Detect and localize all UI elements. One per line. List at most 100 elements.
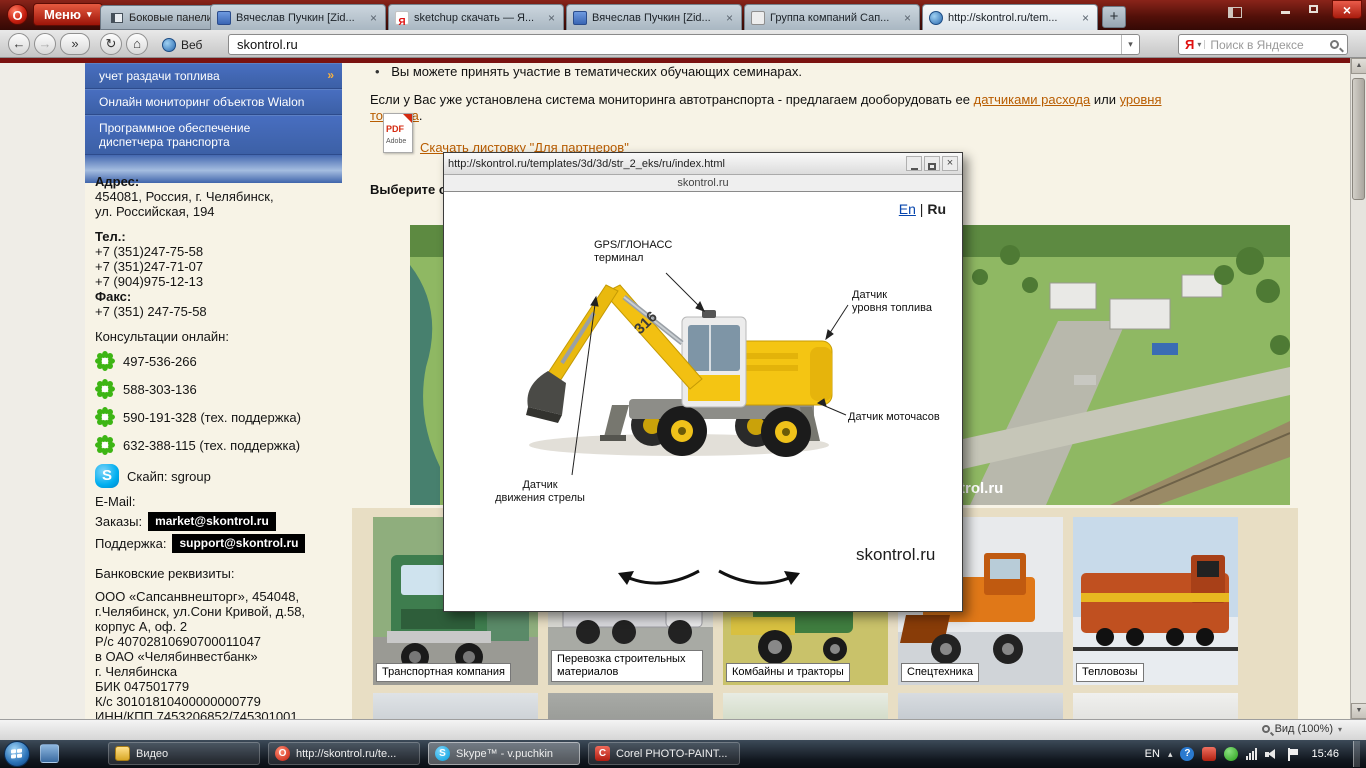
app-tray-icon-red[interactable]: [1202, 747, 1217, 761]
volume-icon[interactable]: [1265, 748, 1279, 760]
magnifier-icon[interactable]: [1330, 40, 1339, 49]
language-switcher: En | Ru: [899, 201, 946, 217]
search-input[interactable]: [1205, 37, 1330, 52]
popup-close-button[interactable]: ×: [942, 156, 958, 171]
maximize-button[interactable]: [1300, 0, 1326, 19]
address-input[interactable]: [229, 37, 1121, 52]
taskbar-button-corel[interactable]: C Corel PHOTO-PAINT...: [588, 742, 740, 765]
close-button[interactable]: ×: [1332, 0, 1362, 19]
clock[interactable]: 15:46: [1311, 748, 1339, 760]
sidebar-item-wialon-monitoring[interactable]: Онлайн мониторинг объектов Wialon: [85, 89, 342, 115]
language-indicator[interactable]: EN: [1145, 748, 1160, 760]
reload-button[interactable]: ↻: [100, 33, 122, 55]
app-tray-icon-green[interactable]: [1224, 747, 1239, 761]
network-icon[interactable]: [1246, 748, 1258, 760]
browser-tab-active[interactable]: http://skontrol.ru/tem... ×: [922, 4, 1098, 30]
chevron-down-icon: ▾: [1337, 724, 1342, 734]
tab-favicon-document-icon: [217, 10, 231, 25]
bank-line: в ОАО «Челябинвестбанк»: [95, 649, 258, 664]
card-locomotives[interactable]: Тепловозы: [1073, 517, 1238, 685]
start-button[interactable]: [4, 741, 30, 767]
browser-tab[interactable]: Вячеслав Пучкин [Zid... ×: [566, 4, 742, 30]
system-tray: EN ▴ ? 15:46: [1145, 740, 1360, 768]
quick-launch-icon[interactable]: [40, 744, 59, 763]
annotation-engine-hours-sensor: Датчик моточасов: [848, 411, 940, 423]
skype-line: Скайп: sgroup: [127, 468, 211, 484]
card-partial[interactable]: [898, 693, 1063, 719]
address-dropdown-icon[interactable]: ▾: [1121, 35, 1139, 54]
tab-close-icon[interactable]: ×: [546, 11, 557, 25]
card-partial[interactable]: [548, 693, 713, 719]
zoom-control[interactable]: Вид (100%) ▾: [1261, 723, 1342, 735]
sidebar-item-dispatcher-software[interactable]: Программное обеспечение диспетчера транс…: [85, 115, 342, 155]
rotate-right-arrow-icon: [718, 569, 797, 585]
browser-tab[interactable]: Группа компаний Сап... ×: [744, 4, 920, 30]
bank-label: Банковские реквизиты:: [95, 566, 235, 581]
popup-window[interactable]: http://skontrol.ru/templates/3d/3d/str_2…: [443, 152, 963, 612]
help-tray-icon[interactable]: ?: [1180, 747, 1195, 761]
browser-menu-button[interactable]: Меню ▾: [33, 3, 103, 26]
tab-close-icon[interactable]: ×: [368, 11, 379, 25]
scroll-down-button[interactable]: ▼: [1351, 703, 1366, 719]
address-bar[interactable]: ▾: [228, 34, 1140, 55]
card-partial[interactable]: [373, 693, 538, 719]
icq-flower-icon: [95, 435, 115, 455]
popup-titlebar[interactable]: http://skontrol.ru/templates/3d/3d/str_2…: [444, 153, 962, 175]
browser-tab[interactable]: Я sketchup скачать — Я... ×: [388, 4, 564, 30]
taskbar-button-skontrol[interactable]: O http://skontrol.ru/te...: [268, 742, 420, 765]
address-line: ул. Российская, 194: [95, 204, 215, 219]
seminar-text: Вы можете принять участие в тематических…: [391, 64, 802, 79]
new-tab-button[interactable]: +: [1102, 6, 1126, 28]
browser-tab[interactable]: Вячеслав Пучкин [Zid... ×: [210, 4, 386, 30]
tab-close-icon[interactable]: ×: [902, 11, 913, 25]
show-desktop-button[interactable]: [1353, 741, 1360, 767]
card-partial[interactable]: [1073, 693, 1238, 719]
taskbar-button-label: Corel PHOTO-PAINT...: [616, 747, 728, 760]
forward-button[interactable]: →: [34, 33, 56, 55]
card-partial[interactable]: [723, 693, 888, 719]
tab-title: Вячеслав Пучкин [Zid...: [236, 11, 355, 24]
search-engine-dropdown-icon[interactable]: ▾: [1197, 40, 1206, 49]
icq-number: 590-191-328 (тех. поддержка): [123, 409, 301, 425]
phone-number: +7 (904)975-12-13: [95, 274, 204, 289]
web-zone[interactable]: Веб: [162, 35, 202, 54]
bank-line: К/с 30101810400000000779: [95, 694, 261, 709]
side-panels-label: Боковые панели: [129, 11, 213, 24]
sidebar-item-fuel-dispense[interactable]: учет раздачи топлива »: [85, 63, 342, 89]
taskbar-button-skype[interactable]: S Skype™ - v.puchkin: [428, 742, 580, 765]
flow-sensors-link[interactable]: датчиками расхода: [974, 92, 1091, 107]
taskbar-button-label: Видео: [136, 747, 169, 760]
icq-contact-row: 588-303-136: [95, 378, 332, 400]
action-center-flag-icon[interactable]: [1287, 747, 1299, 761]
retrofit-text: Если у Вас уже установлена система монит…: [370, 92, 974, 107]
rotate-left-arrow-icon: [621, 569, 700, 585]
tab-close-icon[interactable]: ×: [724, 11, 735, 25]
pdf-icon[interactable]: PDF Adobe: [383, 113, 413, 153]
yandex-search-box[interactable]: Я ▾: [1178, 34, 1348, 55]
side-panels-button[interactable]: Боковые панели: [100, 5, 224, 30]
bank-line: г.Челябинск, ул.Сони Кривой, д.58,: [95, 604, 306, 619]
tab-close-icon[interactable]: ×: [1080, 11, 1091, 25]
lang-en-link[interactable]: En: [899, 201, 916, 217]
opera-logo-icon[interactable]: O: [7, 4, 28, 25]
tab-title: sketchup скачать — Я...: [414, 11, 535, 24]
taskbar-button-video[interactable]: Видео: [108, 742, 260, 765]
home-button[interactable]: ⌂: [126, 33, 148, 55]
orders-label: Заказы:: [95, 514, 143, 529]
scroll-up-button[interactable]: ▲: [1351, 58, 1366, 74]
phone-label: Тел.:: [95, 229, 126, 244]
locomotive-photo: [1073, 517, 1238, 685]
tab-favicon-document-icon: [573, 10, 587, 25]
support-label: Поддержка:: [95, 536, 167, 551]
folder-icon: [115, 746, 130, 761]
panels-toggle-icon[interactable]: [1228, 7, 1242, 18]
back-button[interactable]: ←: [8, 33, 30, 55]
vertical-scrollbar[interactable]: ▲ ▼: [1350, 58, 1366, 719]
minimize-button[interactable]: [1272, 0, 1298, 19]
popup-minimize-button[interactable]: [906, 156, 922, 171]
tab-title: Вячеслав Пучкин [Zid...: [592, 11, 711, 24]
fast-forward-button[interactable]: »: [60, 33, 90, 55]
scrollbar-thumb[interactable]: [1352, 78, 1365, 200]
popup-maximize-button[interactable]: [924, 156, 940, 171]
hidden-icons-button[interactable]: ▴: [1168, 749, 1173, 760]
